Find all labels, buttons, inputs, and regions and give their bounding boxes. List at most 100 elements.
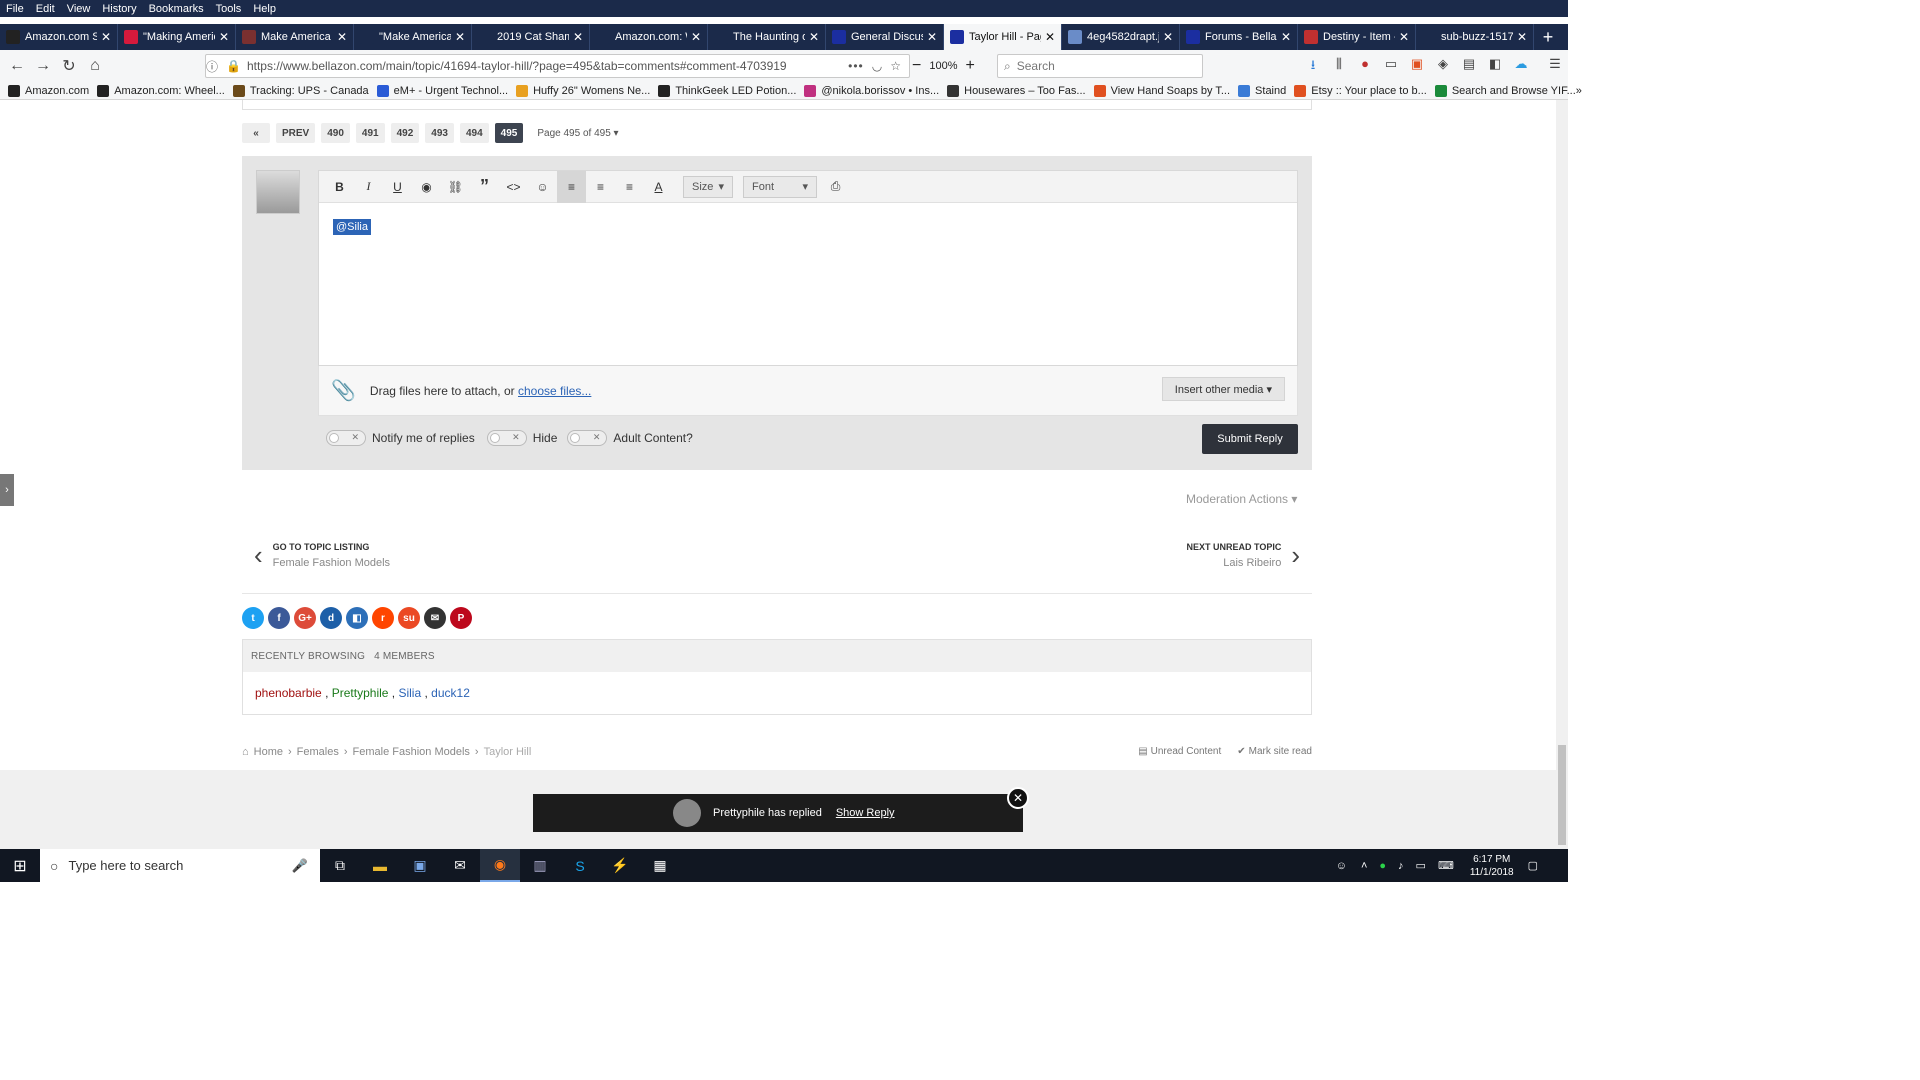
align-right-icon[interactable]: ≡ (615, 171, 644, 203)
side-panel-toggle-icon[interactable]: › (0, 474, 14, 506)
close-window-button[interactable]: ✕ (1878, 0, 1920, 24)
tab-close-icon[interactable]: ✕ (337, 30, 347, 44)
tab-close-icon[interactable]: ✕ (1045, 30, 1055, 44)
breadcrumb-females[interactable]: Females (297, 746, 339, 758)
camera-icon[interactable]: ▤ (1456, 56, 1482, 78)
chevron-up-icon[interactable]: ˄ (1361, 860, 1367, 872)
bookmark-item[interactable]: Amazon.com (8, 84, 89, 97)
windows-start-icon[interactable]: ⊞ (0, 856, 40, 876)
unread-content-link[interactable]: Unread Content (1151, 746, 1222, 757)
menu-view[interactable]: View (61, 3, 97, 15)
bookmark-item[interactable]: Tracking: UPS - Canada (232, 84, 369, 97)
menu-file[interactable]: File (0, 3, 30, 15)
tab[interactable]: sub-buzz-1517-153 ✕ (1416, 24, 1534, 50)
prev-page-button[interactable]: PREV (276, 123, 316, 143)
emoji-icon[interactable]: ☺ (528, 171, 557, 203)
screenshot-icon[interactable]: ▣ (1404, 56, 1430, 78)
attachment-area[interactable]: 📎 Drag files here to attach, or choose f… (318, 366, 1298, 416)
tab[interactable]: Forums - Bellaz ✕ (1180, 24, 1298, 50)
scrollbar[interactable] (1556, 100, 1568, 849)
bookmark-item[interactable]: @nikola.borissov • Ins... (804, 84, 939, 97)
adult-toggle[interactable]: ✕ (567, 430, 608, 446)
mail-icon[interactable]: ✉ (440, 849, 480, 882)
tab-close-icon[interactable]: ✕ (1163, 30, 1173, 44)
pocket-icon[interactable]: ◡ (872, 59, 882, 73)
download-icon[interactable]: ⭳ (1300, 56, 1326, 78)
underline-icon[interactable]: U (383, 171, 412, 203)
bookmark-item[interactable]: Etsy :: Your place to b... (1294, 84, 1427, 97)
page-actions-icon[interactable]: ••• (848, 59, 864, 73)
new-tab-icon[interactable]: + (1534, 24, 1562, 50)
bookmark-item[interactable]: ThinkGeek LED Potion... (658, 84, 796, 97)
library-icon[interactable]: ⫼ (1326, 56, 1352, 78)
tab[interactable]: The Haunting of Hil ✕ (708, 24, 826, 50)
italic-icon[interactable]: I (354, 171, 383, 203)
size-select[interactable]: Size ▾ (683, 175, 733, 198)
zoom-in-icon[interactable]: + (965, 57, 974, 75)
extension-icon[interactable]: ◈ (1430, 56, 1456, 78)
tab[interactable]: 4eg4582drapt.jp ✕ (1062, 24, 1180, 50)
calculator-icon[interactable]: ▦ (640, 849, 680, 882)
breadcrumb-female-fashion-models[interactable]: Female Fashion Models (353, 746, 470, 758)
url-bar[interactable]: ⓘ 🔒 https://www.bellazon.com/main/topic/… (205, 54, 910, 78)
tab-close-icon[interactable]: ✕ (455, 30, 465, 44)
bookmark-item[interactable]: View Hand Soaps by T... (1093, 84, 1230, 97)
choose-files-link[interactable]: choose files... (518, 384, 591, 398)
volume-icon[interactable]: ♪ (1398, 860, 1404, 872)
zoom-out-icon[interactable]: − (912, 57, 921, 75)
bookmarks-overflow-icon[interactable]: » (1576, 85, 1582, 97)
bookmark-star-icon[interactable]: ☆ (890, 59, 901, 73)
insert-media-button[interactable]: Insert other media ▾ (1161, 377, 1285, 401)
back-icon[interactable]: ← (4, 57, 30, 75)
tab-close-icon[interactable]: ✕ (219, 30, 229, 44)
code-icon[interactable]: <> (499, 171, 528, 203)
facebook-icon[interactable]: f (268, 607, 290, 629)
microphone-icon[interactable]: 🎤 (292, 858, 308, 874)
network-icon[interactable]: ▭ (1416, 859, 1426, 872)
bookmark-item[interactable]: Staind (1238, 84, 1286, 97)
next-unread-topic[interactable]: NEXT UNREAD TOPIC Lais Ribeiro › (1186, 540, 1300, 571)
close-icon[interactable]: ✕ (1007, 787, 1029, 809)
mark-site-read-link[interactable]: Mark site read (1249, 746, 1312, 757)
network-app-icon[interactable]: ▥ (520, 849, 560, 882)
menu-edit[interactable]: Edit (30, 3, 61, 15)
bookmark-item[interactable]: Huffy 26" Womens Ne... (516, 84, 650, 97)
menu-bookmarks[interactable]: Bookmarks (143, 3, 210, 15)
tab-close-icon[interactable]: ✕ (691, 30, 701, 44)
tab[interactable]: 2019 Cat Shaming D ✕ (472, 24, 590, 50)
bookmark-item[interactable]: Amazon.com: Wheel... (97, 84, 225, 97)
bold-icon[interactable]: B (325, 171, 354, 203)
hamburger-menu-icon[interactable]: ☰ (1542, 56, 1568, 78)
cloud-icon[interactable]: ☁ (1508, 56, 1534, 78)
info-icon[interactable]: ⓘ (206, 58, 218, 75)
breadcrumb-home[interactable]: Home (254, 746, 283, 758)
notify-toggle[interactable]: ✕ (326, 430, 366, 446)
member-link[interactable]: phenobarbie (255, 686, 322, 700)
bookmark-item[interactable]: eM+ - Urgent Technol... (376, 84, 508, 97)
spoiler-eye-icon[interactable]: ◉ (412, 171, 441, 203)
tab[interactable]: General Discuss ✕ (826, 24, 944, 50)
link-icon[interactable]: ⛓ (441, 171, 470, 203)
task-view-icon[interactable]: ⧉ (320, 849, 360, 882)
menu-help[interactable]: Help (247, 3, 282, 15)
page-jump-dropdown[interactable]: Page 495 of 495 ▾ (537, 128, 618, 139)
tab-close-icon[interactable]: ✕ (1281, 30, 1291, 44)
page-491[interactable]: 491 (355, 123, 385, 143)
taskbar-search-input[interactable]: ○ Type here to search 🎤 (40, 849, 320, 882)
tab[interactable]: Amazon.com Sh ✕ (0, 24, 118, 50)
app-icon[interactable]: ▣ (400, 849, 440, 882)
quote-icon[interactable]: ” (470, 171, 499, 203)
page-492[interactable]: 492 (390, 123, 420, 143)
show-reply-link[interactable]: Show Reply (836, 807, 895, 819)
tab-close-icon[interactable]: ✕ (573, 30, 583, 44)
tab-close-icon[interactable]: ✕ (809, 30, 819, 44)
tab-close-icon[interactable]: ✕ (101, 30, 111, 44)
url-text[interactable]: https://www.bellazon.com/main/topic/4169… (247, 59, 787, 73)
firefox-icon[interactable]: ◉ (480, 849, 520, 882)
tab[interactable]: Amazon.com: Whe ✕ (590, 24, 708, 50)
zoom-level[interactable]: 100% (929, 60, 957, 72)
submit-reply-button[interactable]: Submit Reply (1202, 424, 1298, 454)
member-link[interactable]: Prettyphile (332, 686, 389, 700)
text-color-icon[interactable]: A (644, 171, 673, 203)
forward-icon[interactable]: → (30, 57, 56, 75)
